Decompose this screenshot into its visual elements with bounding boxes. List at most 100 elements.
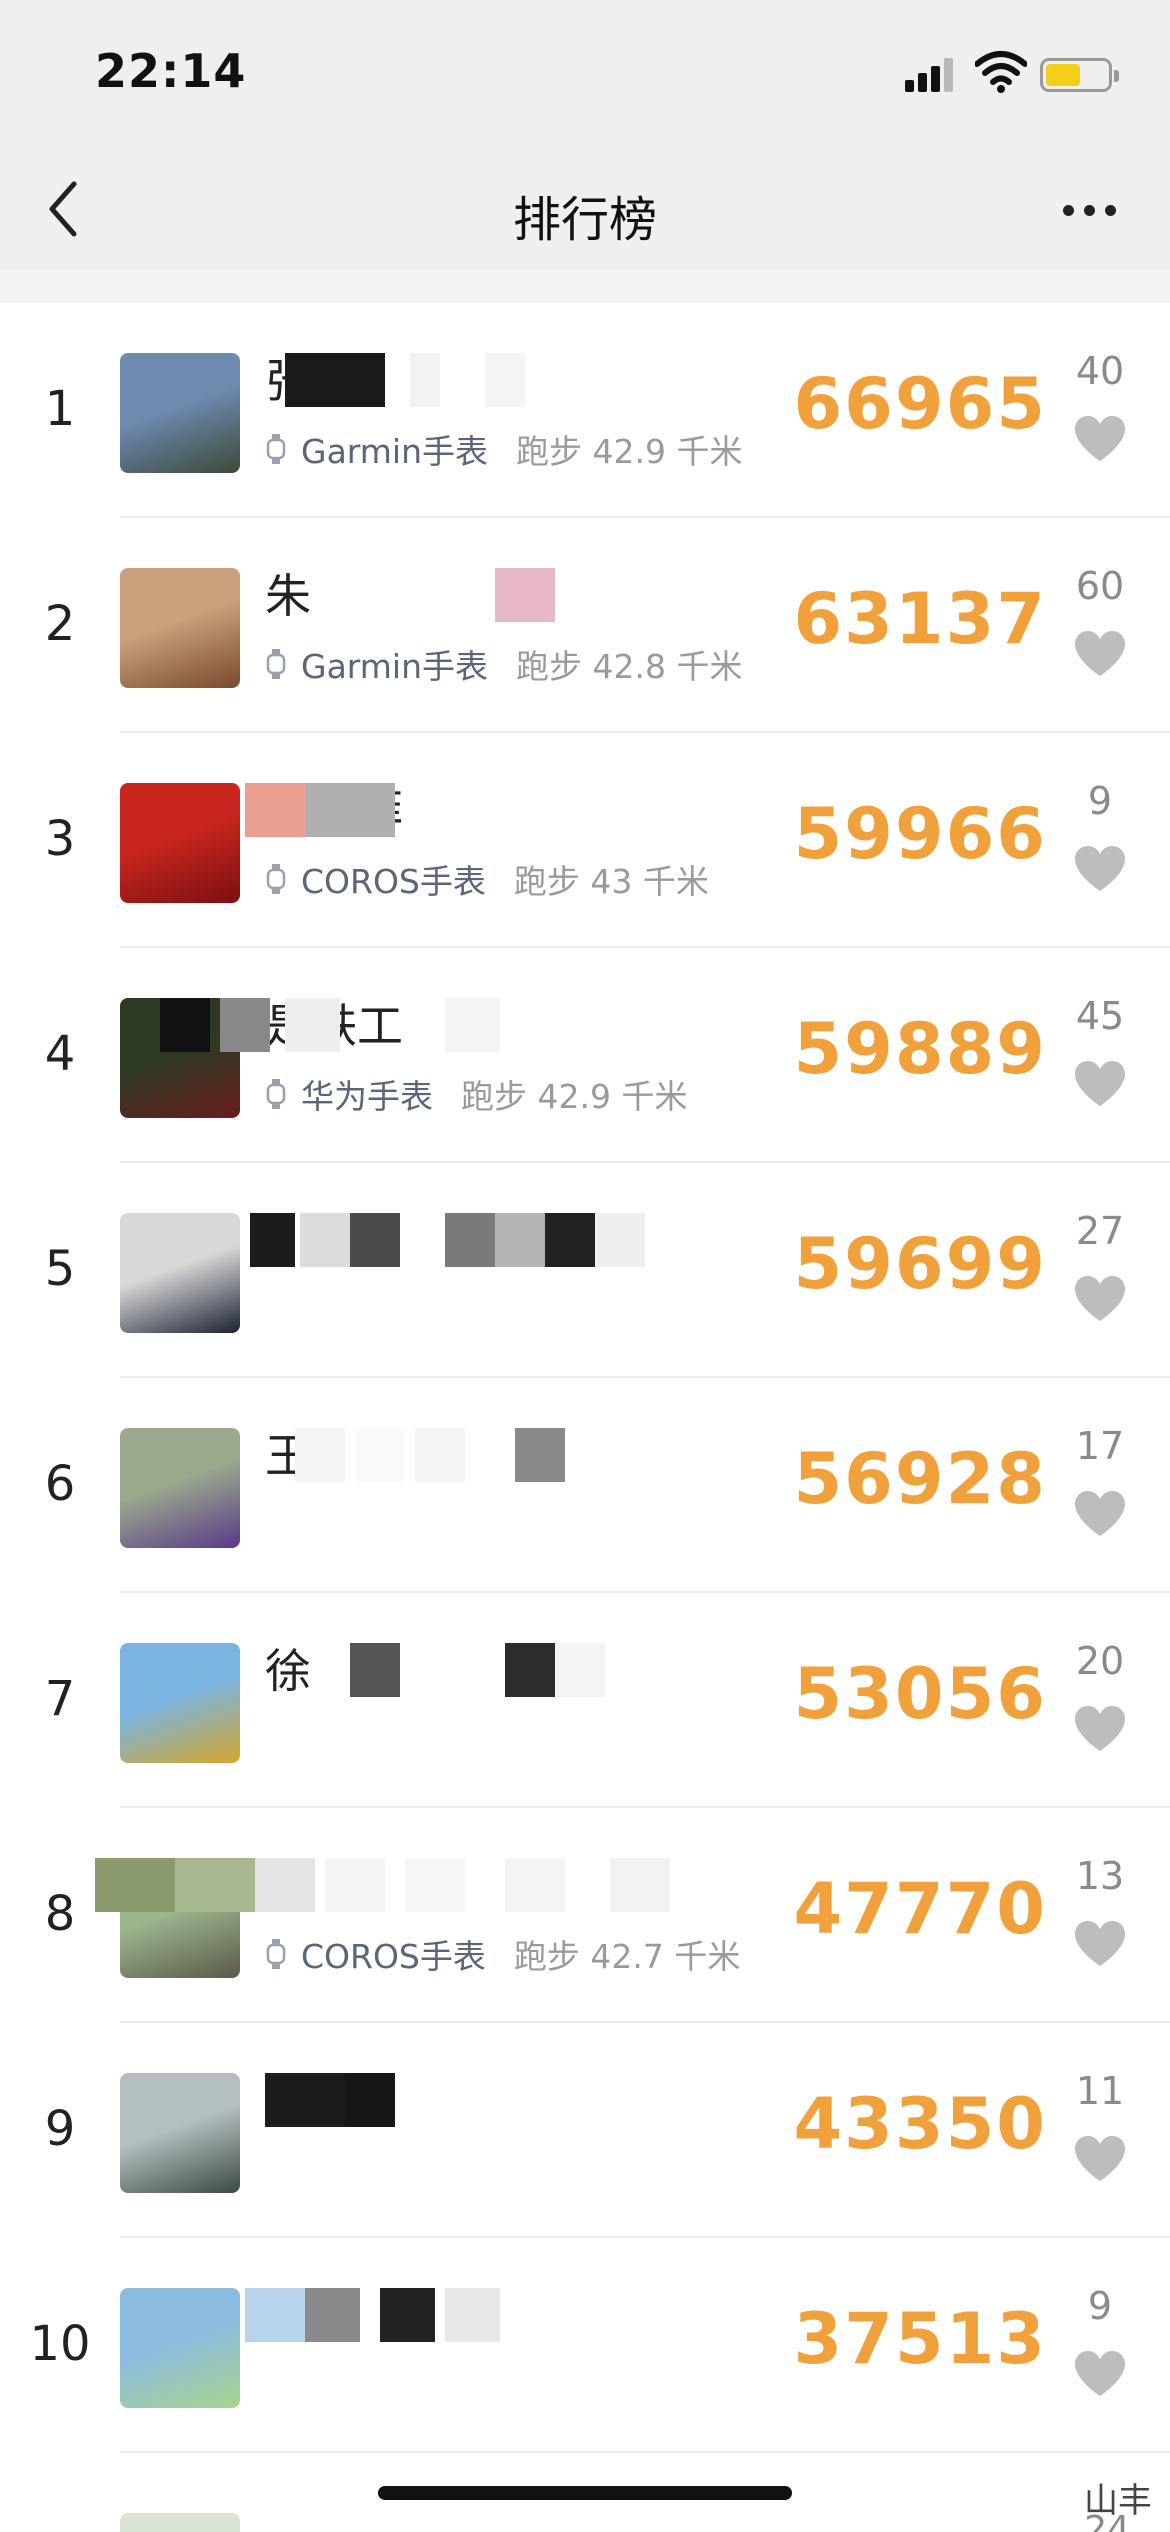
avatar[interactable] [120,568,240,688]
privacy-mask [505,1858,565,1912]
privacy-mask [445,2288,500,2342]
user-name-area[interactable] [245,2288,805,2344]
privacy-mask [325,1858,385,1912]
step-count: 43350 [793,2083,1047,2165]
heart-icon[interactable] [1073,630,1127,678]
device-info: Garmin手表 跑步 42.8 千米 [265,640,742,688]
privacy-mask [265,2073,345,2127]
privacy-mask [380,2288,435,2342]
privacy-mask [305,783,395,837]
privacy-mask [350,1643,400,1697]
avatar[interactable] [120,353,240,473]
run-distance: 跑步 42.9 千米 [516,432,743,471]
privacy-mask [495,568,555,622]
user-name-area[interactable] [250,1213,805,1269]
like-count: 40 [1075,349,1125,393]
heart-icon[interactable] [1073,1060,1127,1108]
user-name-area[interactable]: 王 [265,1428,805,1484]
rank-number: 8 [44,1886,76,1942]
privacy-mask [95,1858,175,1912]
leaderboard-row[interactable]: 5 59699 27 [0,1163,1170,1378]
privacy-mask [245,2288,305,2342]
user-name-area[interactable] [265,2073,805,2129]
run-distance: 跑步 42.9 千米 [461,1077,688,1116]
leaderboard-row[interactable]: 9 43350 11 [0,2023,1170,2238]
device-info: 华为手表 跑步 42.9 千米 [265,1070,687,1118]
step-count: 53056 [793,1653,1047,1735]
user-name-area[interactable]: 张 [265,353,805,409]
privacy-mask [355,1428,405,1482]
heart-icon[interactable] [1073,1275,1127,1323]
battery-icon [1040,58,1119,92]
privacy-mask [175,1858,255,1912]
leaderboard-row[interactable]: 4 是铁工华为手表跑步 42.9 千米 59889 45 [0,948,1170,1163]
privacy-mask [485,353,525,407]
avatar[interactable] [120,2073,240,2193]
privacy-mask [350,1213,400,1267]
like-count: 17 [1075,1424,1125,1468]
leaderboard-row[interactable]: 10 37513 9 [0,2238,1170,2453]
watch-icon [266,434,286,464]
user-name-area[interactable]: 郭 [95,1858,805,1914]
leaderboard-row[interactable]: 2 朱 Garmin手表 跑步 42.8 千米 63137 60 [0,518,1170,733]
rank-number: 5 [44,1241,76,1297]
like-count: 13 [1075,1854,1125,1898]
user-name-area[interactable]: 朱 [265,568,805,624]
step-count: 47770 [793,1868,1047,1950]
status-time: 22:14 [95,44,247,98]
rank-number: 7 [44,1671,76,1727]
privacy-mask [515,1428,565,1482]
heart-icon[interactable] [1073,845,1127,893]
rank-number: 4 [44,1026,76,1082]
leaderboard-row[interactable]: 6 王 56928 17 [0,1378,1170,1593]
like-count: 9 [1087,779,1113,823]
like-count: 27 [1075,1209,1125,1253]
privacy-mask [610,1858,670,1912]
privacy-mask [555,1643,605,1697]
privacy-mask [220,998,270,1052]
privacy-mask [300,1213,350,1267]
heart-icon[interactable] [1073,2135,1127,2183]
user-name-area[interactable]: 是铁工 [160,998,805,1054]
step-count: 56928 [793,1438,1047,1520]
more-options-button[interactable] [1060,190,1120,230]
avatar[interactable] [120,783,240,903]
leaderboard-row[interactable]: 8郭 COROS手表跑步 42.7 千米 47770 13 [0,1808,1170,2023]
avatar [120,2513,240,2532]
home-indicator[interactable] [378,2486,792,2500]
step-count: 59889 [793,1008,1047,1090]
like-count: 24 [1084,2509,1130,2532]
privacy-mask [415,1428,465,1482]
privacy-mask [545,1213,595,1267]
avatar[interactable] [120,1213,240,1333]
heart-icon[interactable] [1073,1920,1127,1968]
leaderboard-row[interactable]: 1 张 Garmin手表跑步 42.9 千米 66965 40 [0,303,1170,518]
heart-icon[interactable] [1073,1705,1127,1753]
page-title: 排行榜 [512,192,657,248]
leaderboard-row[interactable]: 7 徐 53056 20 [0,1593,1170,1808]
privacy-mask [595,1213,645,1267]
user-name: 是铁工 [265,998,805,1054]
heart-icon[interactable] [1073,415,1127,463]
privacy-mask [160,998,210,1052]
privacy-mask [495,1213,545,1267]
avatar[interactable] [120,1643,240,1763]
avatar[interactable] [120,1428,240,1548]
user-name-area[interactable]: 徐 [265,1643,805,1699]
privacy-mask [445,1213,495,1267]
privacy-mask [445,998,500,1052]
user-name-area[interactable]: 郭菲菲 [245,783,805,839]
heart-icon[interactable] [1073,2350,1127,2398]
rank-number: 9 [44,2101,76,2157]
heart-icon[interactable] [1073,1490,1127,1538]
watch-icon [266,649,286,679]
avatar[interactable] [120,2288,240,2408]
device-info: COROS手表 跑步 43 千米 [265,855,709,903]
device-info: Garmin手表 跑步 42.9 千米 [265,425,742,473]
section-gap [0,270,1170,303]
device-name: COROS手表 [301,1937,486,1976]
leaderboard-row[interactable]: 3 郭菲菲 COROS手表跑步 43 千米 59966 9 [0,733,1170,948]
step-count: 63137 [793,578,1047,660]
privacy-mask [505,1643,555,1697]
cellular-signal-icon [905,58,955,92]
